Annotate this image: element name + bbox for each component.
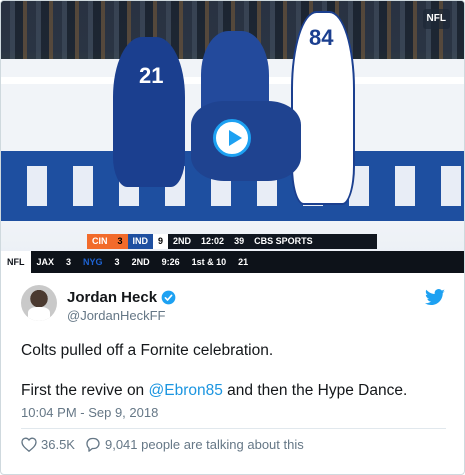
ticker-away-team: JAX <box>36 257 55 267</box>
tweet-card: 21 84 NFL CIN 3 IND 9 2ND 12:02 39 CBS S… <box>0 0 465 475</box>
tweet-line-2-end: and then the Hype Dance. <box>222 382 408 399</box>
tweet-line-1: Colts pulled off a Fornite celebration. <box>21 342 274 359</box>
tweet-text: Colts pulled off a Fornite celebration. … <box>21 341 446 401</box>
like-count: 36.5K <box>41 436 75 452</box>
score-ticker: NFL JAX 3 NYG 3 2ND 9:26 1st & 10 21 <box>1 251 464 273</box>
author-handle[interactable]: @JordanHeckFF <box>67 308 165 323</box>
play-button[interactable] <box>213 119 251 157</box>
tweet-line-2: First the revive on @Ebron85 and then th… <box>21 381 446 401</box>
mention-link[interactable]: @Ebron85 <box>149 382 223 399</box>
divider <box>21 428 446 429</box>
ticker-home-team: NYG <box>83 257 103 267</box>
scorebug-team2: IND <box>127 234 154 249</box>
tweet-author: Jordan Heck @JordanHeckFF <box>21 285 446 325</box>
jersey-number-right: 84 <box>309 25 334 50</box>
jersey-number-left: 21 <box>139 63 164 88</box>
like-button[interactable]: 36.5K <box>21 437 75 452</box>
reply-button[interactable]: 9,041 people are talking about this <box>85 437 304 452</box>
verified-badge-icon <box>161 290 176 305</box>
tweet-line-2-start: First the revive on <box>21 382 149 399</box>
scorebug-clock: 12:02 <box>201 236 225 246</box>
ticker-league: NFL <box>1 251 31 273</box>
video-player-left <box>113 37 185 187</box>
scorebug-score2: 9 <box>153 234 169 249</box>
ticker-time: 9:26 <box>161 257 180 267</box>
tweet-video[interactable]: 21 84 NFL CIN 3 IND 9 2ND 12:02 39 CBS S… <box>1 1 464 273</box>
scorebug-network: CBS SPORTS <box>254 236 313 246</box>
author-display-name[interactable]: Jordan Heck <box>67 289 157 306</box>
speech-bubble-icon <box>86 437 100 452</box>
play-icon <box>229 130 242 146</box>
scorebug-team1: CIN <box>87 234 113 249</box>
avatar-shirt <box>28 307 50 321</box>
conversation-count: 9,041 people are talking about this <box>104 436 304 452</box>
author-name-line: Jordan Heck <box>67 289 176 306</box>
ticker-home-score: 3 <box>114 257 120 267</box>
twitter-bird-icon[interactable] <box>424 289 446 307</box>
scorebug-play-clock: 39 <box>234 236 245 246</box>
ticker-away-score: 3 <box>66 257 72 267</box>
ticker-period: 2ND <box>131 257 150 267</box>
tweet-actions: 36.5K 9,041 people are talking about thi… <box>21 434 304 454</box>
ticker-extra: 21 <box>238 257 249 267</box>
tweet-timestamp[interactable]: 10:04 PM - Sep 9, 2018 <box>21 405 158 420</box>
heart-icon <box>21 436 37 452</box>
avatar[interactable] <box>21 285 57 321</box>
network-badge: NFL <box>422 9 450 29</box>
ticker-down: 1st & 10 <box>191 257 227 267</box>
scorebug: CIN 3 IND 9 2ND 12:02 39 CBS SPORTS <box>87 234 377 249</box>
scorebug-score1: 3 <box>112 234 128 249</box>
scorebug-quarter: 2ND <box>173 236 192 246</box>
